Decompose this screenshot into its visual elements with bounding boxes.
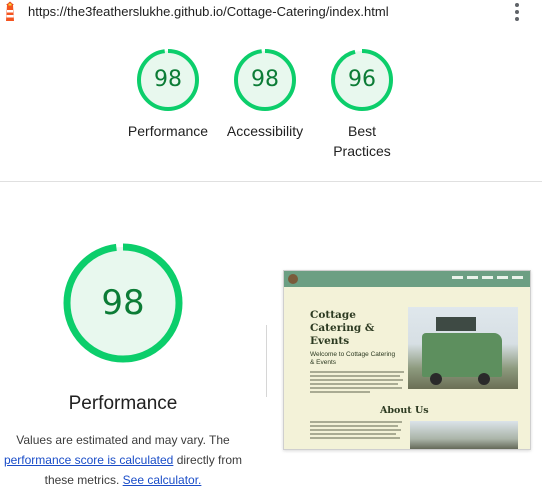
lighthouse-icon	[6, 1, 14, 21]
note-middle: directly from	[176, 453, 243, 467]
gauge-label-best-practices: Best Practices	[333, 123, 391, 159]
thumb-logo-icon	[288, 274, 298, 284]
score-calculated-link[interactable]: performance score is calculated	[4, 453, 173, 467]
gauge-performance[interactable]: 98	[136, 48, 206, 112]
gauge-best-practices[interactable]: 96	[330, 48, 400, 112]
section-divider	[0, 181, 542, 182]
gauge-label-performance: Performance	[127, 123, 209, 139]
thumb-subheading: Welcome to Cottage Catering & Events	[310, 351, 396, 366]
gauge-accessibility[interactable]: 98	[233, 48, 303, 112]
thumb-about-paragraph	[310, 421, 402, 441]
note-suffix: these metrics.	[44, 473, 120, 487]
thumb-paragraph	[310, 371, 404, 395]
final-screenshot-thumbnail[interactable]: Cottage Catering & Events Welcome to Cot…	[283, 270, 531, 450]
gauge-score: 98	[251, 67, 279, 92]
see-calculator-link[interactable]: See calculator.	[123, 473, 202, 487]
thumb-nav-links	[452, 276, 523, 279]
performance-score-large: 98	[101, 283, 145, 323]
gauge-label-accessibility: Accessibility	[226, 123, 304, 139]
performance-title: Performance	[68, 393, 178, 414]
thumb-navbar	[284, 271, 530, 287]
gauge-score: 98	[154, 67, 182, 92]
thumb-about-heading: About Us	[380, 405, 429, 416]
thumb-heading: Cottage Catering & Events	[310, 309, 375, 347]
thumb-about-photo	[410, 421, 518, 449]
vertical-separator	[266, 325, 267, 397]
thumb-body: Cottage Catering & Events Welcome to Cot…	[284, 287, 530, 449]
gauge-score: 96	[348, 67, 376, 92]
thumb-van-photo	[408, 307, 518, 389]
kebab-menu-icon[interactable]	[509, 3, 525, 21]
performance-note: Values are estimated and may vary. The p…	[0, 430, 246, 490]
url-text[interactable]: https://the3featherslukhe.github.io/Cott…	[28, 4, 389, 19]
url-bar: https://the3featherslukhe.github.io/Cott…	[0, 0, 542, 24]
note-prefix: Values are estimated and may vary. The	[16, 433, 230, 447]
